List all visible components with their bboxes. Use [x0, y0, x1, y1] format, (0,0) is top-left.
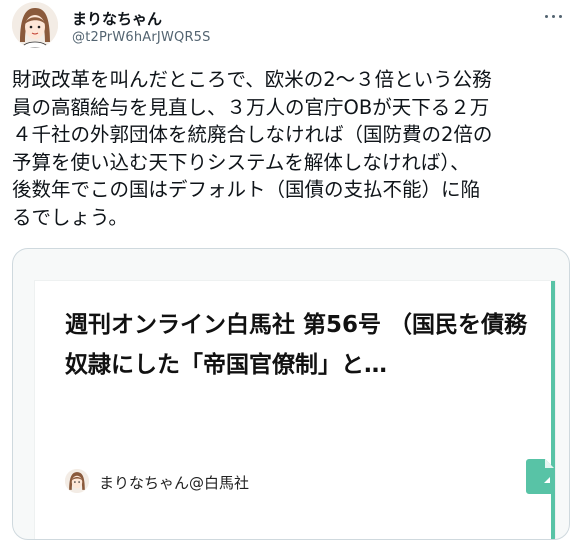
card-preview-image[interactable]: 週刊オンライン白馬社 第56号 （国民を債務奴隷にした「帝国官僚制」と… まりな…	[35, 281, 555, 539]
avatar-illustration	[12, 2, 58, 48]
card-author: まりなちゃん@白馬社	[99, 474, 250, 492]
tweet-text: 財政改革を叫んだところで、欧米の2～３倍という公務 員の高額給与を見直し、３万人…	[12, 68, 493, 229]
document-icon	[523, 457, 557, 495]
tweet-header: まりなちゃん @t2PrW6hArJWQR5S	[12, 0, 568, 62]
user-handle[interactable]: @t2PrW6hArJWQR5S	[72, 30, 211, 45]
link-card[interactable]: 週刊オンライン白馬社 第56号 （国民を債務奴隷にした「帝国官僚制」と… まりな…	[12, 248, 570, 540]
card-author-avatar	[65, 469, 89, 493]
card-footer: まりなちゃん@白馬社	[65, 459, 554, 499]
more-icon[interactable]	[542, 6, 566, 26]
card-title: 週刊オンライン白馬社 第56号 （国民を債務奴隷にした「帝国官僚制」と…	[65, 312, 528, 378]
card-author-avatar-illustration	[65, 469, 89, 493]
display-name[interactable]: まりなちゃん	[72, 8, 162, 29]
avatar[interactable]	[12, 2, 58, 48]
